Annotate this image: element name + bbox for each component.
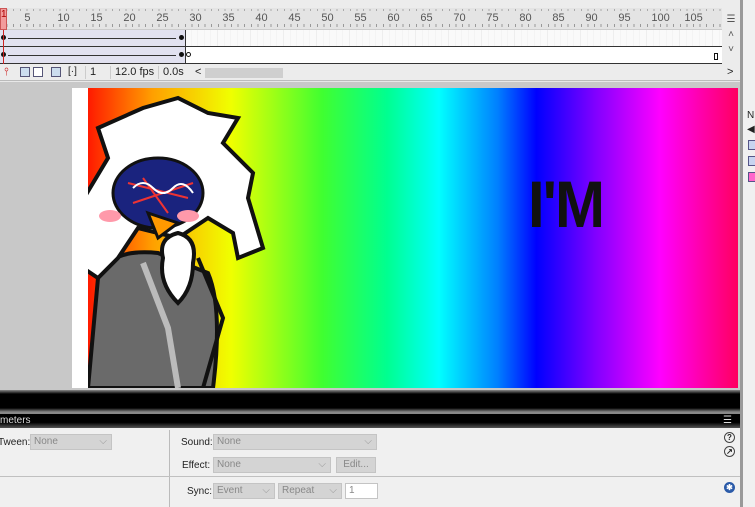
- playhead[interactable]: 1: [0, 8, 7, 30]
- end-frame-marker: [714, 53, 718, 60]
- elapsed-time: 0.0s: [158, 66, 188, 79]
- tween-label: Tween:: [0, 437, 31, 448]
- sync-label: Sync:: [187, 486, 213, 497]
- effect-dropdown[interactable]: None ⌵: [213, 457, 331, 473]
- ruler-tick-label: 60: [387, 12, 400, 24]
- keyframe[interactable]: [179, 52, 184, 57]
- onion-skin-icon[interactable]: [20, 67, 30, 77]
- ruler-tick-label: 65: [420, 12, 433, 24]
- accessibility-icon[interactable]: ✱: [724, 482, 735, 493]
- stage-text[interactable]: I'M: [528, 167, 605, 243]
- layer-row-2[interactable]: [0, 47, 722, 64]
- sound-label: Sound:: [181, 437, 213, 448]
- sound-dropdown[interactable]: None ⌵: [213, 434, 377, 450]
- effect-label: Effect:: [182, 460, 211, 471]
- ruler-tick-label: 5: [24, 12, 31, 24]
- timeline-side-controls: ☰ ˄ ˅: [722, 8, 740, 64]
- keyframe[interactable]: [179, 35, 184, 40]
- repeat-count-input[interactable]: 1: [345, 483, 378, 499]
- symbol-icon[interactable]: [748, 156, 755, 166]
- speaker-icon[interactable]: ◀: [747, 124, 755, 135]
- frame-end-line: [185, 30, 186, 64]
- ruler-tick-label: 100: [651, 12, 670, 24]
- panel-separator: [169, 430, 170, 507]
- timeline-controls: ⫯ [·] 1 12.0 fps 0.0s < >: [0, 64, 740, 81]
- tween-arrow: [8, 55, 176, 56]
- tween-arrow: [8, 38, 176, 39]
- panel-title: meters: [0, 415, 31, 426]
- ruler-tick-label: 10: [57, 12, 70, 24]
- scroll-up-icon[interactable]: ˄: [722, 29, 740, 40]
- tween-dropdown[interactable]: None ⌵: [30, 434, 112, 450]
- ruler-tick-label: 15: [90, 12, 103, 24]
- ruler-tick-label: 85: [552, 12, 565, 24]
- ruler-tick-label: 50: [321, 12, 334, 24]
- open-external-icon[interactable]: ↗: [724, 446, 735, 457]
- layer-row-1[interactable]: [0, 30, 722, 47]
- panel-menu-icon[interactable]: ☰: [723, 414, 732, 428]
- pasteboard: [72, 88, 88, 388]
- ruler-tick-label: 25: [156, 12, 169, 24]
- right-panel-header: N: [747, 110, 755, 121]
- ruler-minor-ticks-top: [0, 9, 722, 11]
- right-panel: N ◀: [740, 0, 755, 507]
- stage-canvas[interactable]: I'M: [88, 88, 738, 388]
- timeline-scrollbar[interactable]: [205, 68, 283, 78]
- timeline-menu-icon[interactable]: ☰: [722, 14, 740, 25]
- timeline-ruler[interactable]: 5 10 15 20 25 30 35 40 45 50 55 60 65 70 75 80 85 90 95 100…: [0, 8, 722, 30]
- sync-dropdown[interactable]: Event ⌵: [213, 483, 275, 499]
- ruler-tick-label: 90: [585, 12, 598, 24]
- ruler-tick-label: 30: [189, 12, 202, 24]
- properties-panel: Tween: None ⌵ Sound: None ⌵ Effect: None ⌵ …: [0, 428, 740, 507]
- scroll-right-button[interactable]: >: [727, 66, 733, 78]
- edit-button[interactable]: Edit...: [336, 457, 376, 473]
- ruler-tick-label: 70: [453, 12, 466, 24]
- ruler-tick-label: 40: [255, 12, 268, 24]
- playhead-frame: 1: [1, 9, 7, 20]
- ruler-tick-label: 55: [354, 12, 367, 24]
- help-icon[interactable]: ?: [724, 432, 735, 443]
- ruler-tick-label: 20: [123, 12, 136, 24]
- graphic-icon[interactable]: [748, 172, 755, 182]
- ruler-tick-label: 75: [486, 12, 499, 24]
- scroll-left-button[interactable]: <: [195, 66, 201, 78]
- modify-onion-markers-icon[interactable]: [·]: [68, 66, 77, 77]
- blank-keyframe[interactable]: [186, 52, 191, 57]
- ruler-tick-label: 45: [288, 12, 301, 24]
- frame-rate[interactable]: 12.0 fps: [110, 66, 158, 79]
- character-drawing[interactable]: [88, 88, 288, 388]
- ruler-minor-ticks: [0, 24, 722, 27]
- center-frame-icon[interactable]: ⫯: [4, 66, 9, 79]
- symbol-icon[interactable]: [748, 140, 755, 150]
- current-frame: 1: [85, 66, 107, 79]
- edit-multiple-frames-icon[interactable]: [51, 67, 61, 77]
- properties-panel-header: meters ☰: [0, 414, 740, 428]
- repeat-dropdown[interactable]: Repeat ⌵: [278, 483, 342, 499]
- panel-divider[interactable]: [0, 390, 740, 414]
- ruler-tick-label: 35: [222, 12, 235, 24]
- ruler-tick-label: 80: [519, 12, 532, 24]
- scroll-down-icon[interactable]: ˅: [722, 44, 740, 55]
- ruler-tick-label: 105: [684, 12, 703, 24]
- ruler-tick-label: 95: [618, 12, 631, 24]
- onion-skin-outlines-icon[interactable]: [33, 67, 43, 77]
- section-divider: [0, 476, 740, 477]
- top-toolbar-strip: [0, 0, 755, 8]
